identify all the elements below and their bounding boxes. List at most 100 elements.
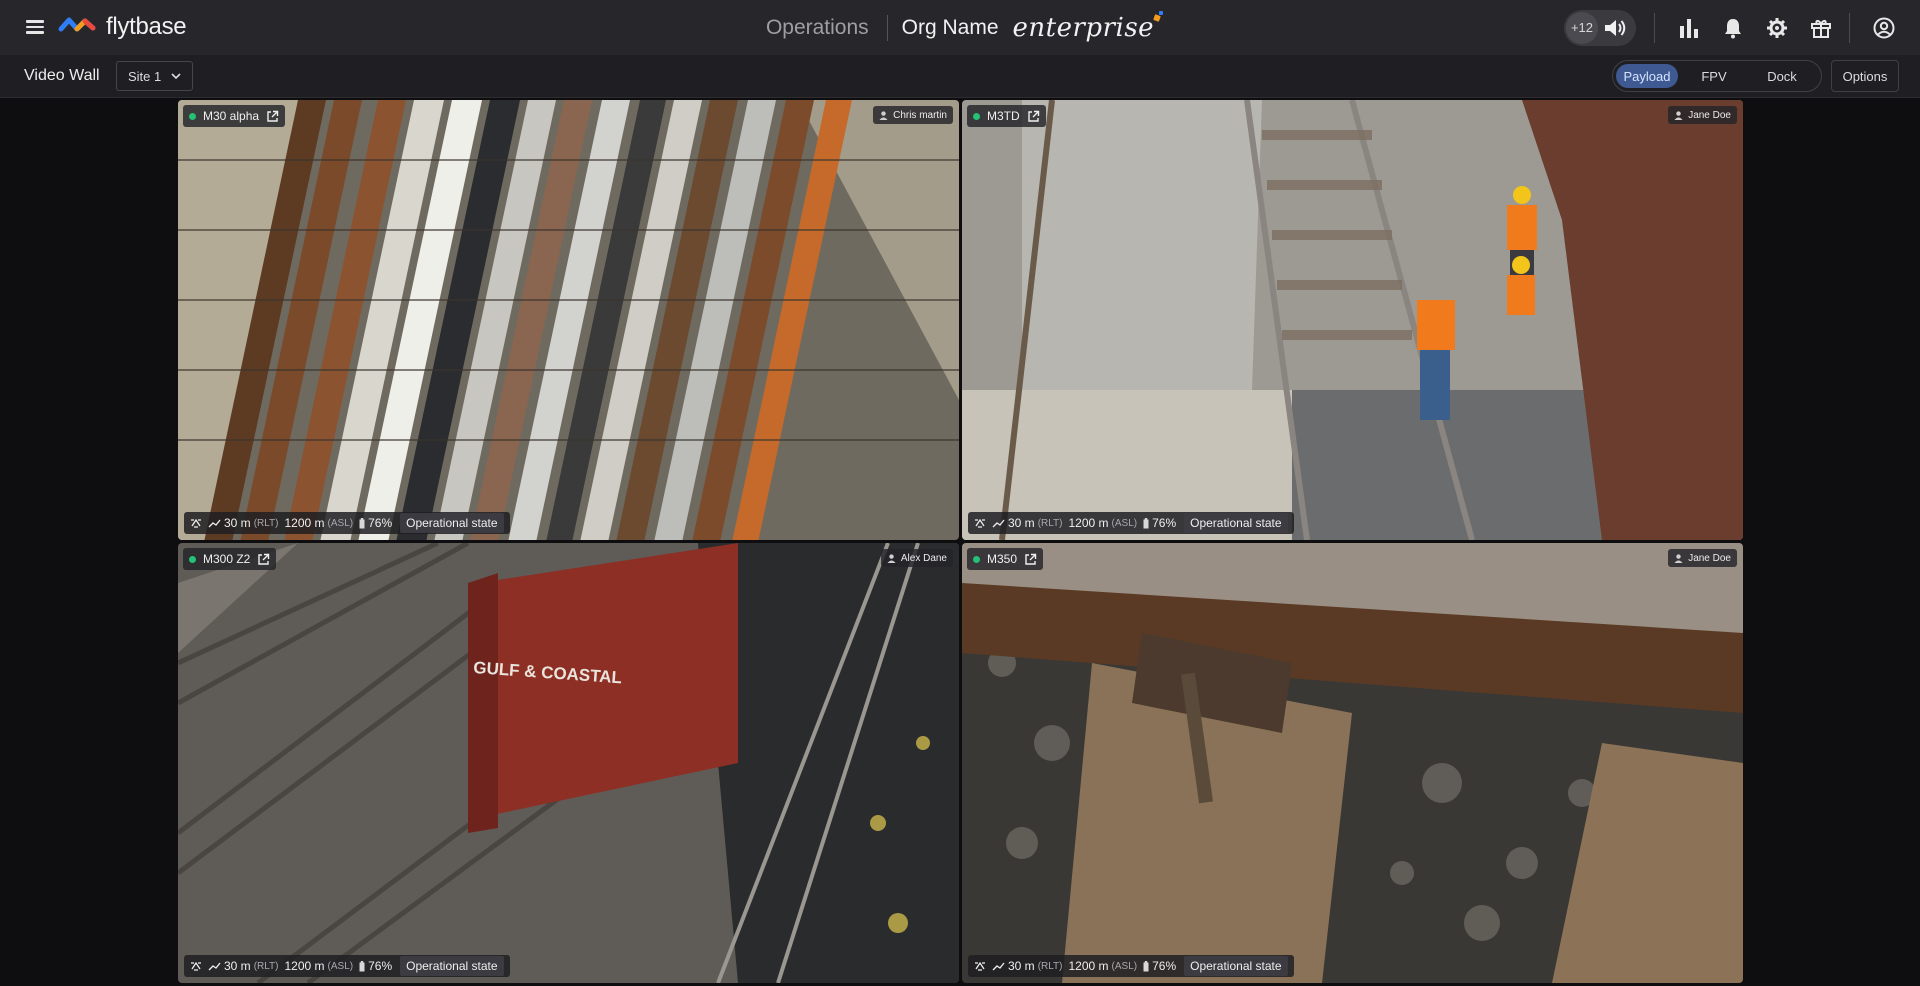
asl-unit: (ASL) xyxy=(1111,517,1138,529)
site-dropdown-value: Site 1 xyxy=(128,68,162,84)
audio-count-badge[interactable]: +12 xyxy=(1566,11,1598,44)
operational-state: Operational state xyxy=(1184,513,1288,533)
online-status-dot xyxy=(973,112,980,120)
view-tab-dock[interactable]: Dock xyxy=(1750,64,1814,88)
site-dropdown[interactable]: Site 1 xyxy=(116,61,193,91)
drone-icon xyxy=(975,518,985,528)
pilot-name: Chris martin xyxy=(893,109,947,121)
audio-control[interactable]: +12 xyxy=(1564,9,1636,46)
gear-icon[interactable] xyxy=(1755,6,1799,50)
header-tools: +12 xyxy=(1564,0,1920,55)
open-external-icon[interactable] xyxy=(1027,110,1040,123)
battery-value: 76% xyxy=(1152,959,1177,973)
video-tile-1[interactable]: M30 alpha Chris martin 30 m (RLT) 1200 m(… xyxy=(178,100,959,540)
asl-unit: (ASL) xyxy=(327,960,354,972)
account-icon[interactable] xyxy=(1862,6,1906,50)
telemetry-bar: 30 m (RLT) 1200 m (ASL) 76% Operational st… xyxy=(968,512,1294,534)
altitude-asl: 1200 m (ASL) xyxy=(285,959,354,973)
rail-closeup-feed xyxy=(962,543,1743,983)
user-icon xyxy=(887,553,896,563)
online-status-dot xyxy=(189,555,196,563)
drone-tag: M3TD xyxy=(967,105,1046,127)
chevron-down-icon xyxy=(171,72,181,79)
asl-value: 1200 m xyxy=(1068,959,1109,973)
rlt-unit: (RLT) xyxy=(1037,517,1063,529)
asl-unit: (ASL) xyxy=(1111,960,1138,972)
drone-name: M300 Z2 xyxy=(203,552,251,566)
pilot-badge: Jane Doe xyxy=(1668,549,1737,567)
battery-icon xyxy=(1143,517,1149,528)
org-name: Org Name xyxy=(901,16,999,39)
telemetry-bar: 30 m (RLT) 1200 m (ASL) 76% Operational st… xyxy=(184,512,510,534)
asl-value: 1200 m xyxy=(284,516,325,530)
drone-tag: M30 alpha xyxy=(183,105,286,127)
telemetry-bar: 30 m (RLT) 1200 m (ASL) 76% Operational st… xyxy=(968,955,1294,977)
battery-level: 76% xyxy=(359,516,392,530)
battery-icon xyxy=(359,960,365,971)
user-icon xyxy=(879,110,888,120)
user-icon xyxy=(1674,553,1683,563)
altitude-asl: 1200 m (ASL) xyxy=(1069,959,1138,973)
boxcar-feed: GULF & COASTAL xyxy=(178,543,959,983)
rlt-unit: (RLT) xyxy=(253,517,279,529)
open-external-icon[interactable] xyxy=(257,553,270,566)
altitude-rlt: 30 m (RLT) xyxy=(208,959,279,973)
altitude-icon xyxy=(208,962,221,971)
section-title: Operations xyxy=(765,16,869,39)
battery-icon xyxy=(1143,960,1149,971)
online-status-dot xyxy=(189,112,196,120)
user-icon xyxy=(1674,110,1683,120)
operational-state: Operational state xyxy=(1184,956,1288,976)
operational-state: Operational state xyxy=(400,513,504,533)
pilot-name: Alex Dane xyxy=(900,552,947,564)
drone-icon xyxy=(191,961,201,971)
rlt-value: 30 m xyxy=(224,516,251,530)
drone-icon xyxy=(191,518,201,528)
view-mode-switcher: Payload FPV Dock xyxy=(1612,60,1822,92)
altitude-rlt: 30 m (RLT) xyxy=(208,516,279,530)
view-tab-payload[interactable]: Payload xyxy=(1616,64,1678,88)
speaker-icon[interactable] xyxy=(1602,16,1628,40)
altitude-rlt: 30 m (RLT) xyxy=(992,959,1063,973)
asl-value: 1200 m xyxy=(1068,516,1109,530)
telemetry-bar: 30 m (RLT) 1200 m (ASL) 76% Operational st… xyxy=(184,955,510,977)
page-heading: Video Wall xyxy=(24,67,100,84)
operational-state: Operational state xyxy=(400,956,504,976)
altitude-asl: 1200 m (ASL) xyxy=(285,516,354,530)
battery-level: 76% xyxy=(1143,516,1176,530)
battery-value: 76% xyxy=(1152,516,1177,530)
battery-icon xyxy=(359,517,365,528)
drone-name: M3TD xyxy=(987,109,1020,123)
video-tile-4[interactable]: M350 Jane Doe 30 m (RLT) 1200 m (ASL) 76% … xyxy=(962,543,1743,983)
battery-level: 76% xyxy=(359,959,392,973)
gift-icon[interactable] xyxy=(1799,6,1843,50)
online-status-dot xyxy=(973,555,980,563)
options-button[interactable]: Options xyxy=(1831,60,1899,92)
bell-icon[interactable] xyxy=(1711,6,1755,50)
rlt-unit: (RLT) xyxy=(253,960,279,972)
top-bar: flytbase Operations Org Name enterprise … xyxy=(0,0,1920,55)
rlt-value: 30 m xyxy=(1008,516,1035,530)
altitude-icon xyxy=(992,962,1005,971)
view-tab-fpv[interactable]: FPV xyxy=(1678,64,1750,88)
track-workers-feed xyxy=(962,100,1743,540)
rlt-value: 30 m xyxy=(224,959,251,973)
pilot-badge: Jane Doe xyxy=(1668,106,1737,124)
rail-yard-feed xyxy=(178,100,959,540)
pilot-badge: Alex Dane xyxy=(880,549,953,567)
battery-level: 76% xyxy=(1143,959,1176,973)
drone-name: M350 xyxy=(987,552,1018,566)
rlt-unit: (RLT) xyxy=(1037,960,1063,972)
asl-unit: (ASL) xyxy=(327,517,354,529)
drone-icon xyxy=(975,961,985,971)
open-external-icon[interactable] xyxy=(1024,553,1037,566)
pilot-name: Jane Doe xyxy=(1688,109,1731,121)
open-external-icon[interactable] xyxy=(266,110,279,123)
video-wall-toolbar: Video Wall Site 1 Payload FPV Dock Optio… xyxy=(0,55,1920,98)
tools-divider-2 xyxy=(1849,12,1850,43)
altitude-rlt: 30 m (RLT) xyxy=(992,516,1063,530)
video-tile-2[interactable]: M3TD Jane Doe 30 m (RLT) 1200 m (ASL) 76% … xyxy=(962,100,1743,540)
analytics-icon[interactable] xyxy=(1667,6,1711,50)
video-tile-3[interactable]: GULF & COASTAL M300 Z2 Alex Dane 30 m (RL… xyxy=(178,543,959,983)
drone-name: M30 alpha xyxy=(203,109,260,123)
